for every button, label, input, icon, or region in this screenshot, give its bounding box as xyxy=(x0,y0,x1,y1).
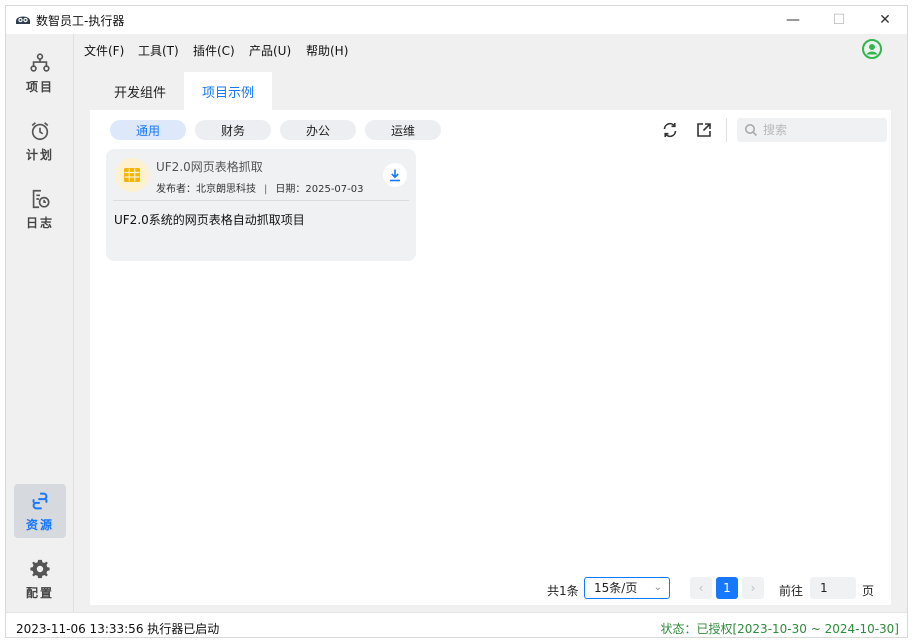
pagination-total: 共1条 xyxy=(547,584,579,598)
card-publisher: 发布者：北京朗思科技 xyxy=(156,184,256,195)
main-panel: 开发组件 项目示例 通用 财务 办公 运维 搜索 UF2.0网页表格抓取 发布者… xyxy=(90,70,891,605)
sidebar-item-label: 计划 xyxy=(25,147,54,162)
chevron-down-icon: ⌄ xyxy=(653,582,662,593)
search-icon xyxy=(745,124,758,137)
close-button[interactable]: ✕ xyxy=(862,6,908,34)
menu-bar: 文件(F) 工具(T) 插件(C) 产品(U) 帮助(H) xyxy=(74,34,907,64)
goto-page-input[interactable] xyxy=(810,577,856,599)
chevron-left-icon: ‹ xyxy=(698,581,704,595)
card-title: UF2.0网页表格抓取 xyxy=(156,160,263,174)
maximize-icon: ☐ xyxy=(832,12,846,28)
card-meta-separator: | xyxy=(264,184,268,195)
project-tree-icon xyxy=(30,52,50,72)
gear-icon xyxy=(30,559,50,578)
minimize-icon: — xyxy=(786,12,800,28)
sidebar-item-label: 资源 xyxy=(25,517,54,532)
app-logo-icon xyxy=(16,16,30,24)
card-description: UF2.0系统的网页表格自动抓取项目 xyxy=(114,213,305,227)
window-title: 数智员工-执行器 xyxy=(36,14,125,28)
category-ops[interactable]: 运维 xyxy=(365,120,441,140)
category-general[interactable]: 通用 xyxy=(110,120,186,140)
card-date: 日期：2025-07-03 xyxy=(275,184,364,195)
search-box[interactable] xyxy=(737,118,887,142)
external-link-icon[interactable] xyxy=(695,121,713,139)
user-circle-icon[interactable] xyxy=(862,39,882,59)
sidebar: 项目 计划 日志 资源 配置 xyxy=(6,34,74,612)
menu-products[interactable]: 产品(U) xyxy=(249,42,291,59)
chevron-right-icon: › xyxy=(750,581,756,595)
prev-page-button[interactable]: ‹ xyxy=(690,577,712,599)
download-button[interactable] xyxy=(383,163,407,187)
title-bar: 数智员工-执行器 — ☐ ✕ xyxy=(6,6,907,34)
category-office[interactable]: 办公 xyxy=(280,120,356,140)
menu-plugins[interactable]: 插件(C) xyxy=(193,42,235,59)
page-size-select[interactable]: 15条/页 ⌄ xyxy=(584,577,670,599)
page-1-button[interactable]: 1 xyxy=(716,577,738,599)
tab-bar: 开发组件 项目示例 xyxy=(90,70,891,110)
status-bar: 2023-11-06 13:33:56 执行器已启动 状态：已授权[2023-1… xyxy=(6,612,907,637)
page-suffix-label: 页 xyxy=(862,584,875,598)
table-grid-icon xyxy=(115,158,149,192)
search-input[interactable] xyxy=(763,120,881,140)
license-status: 状态：已授权[2023-10-30 ~ 2024-10-30] xyxy=(660,622,899,636)
goto-label: 前往 xyxy=(779,584,804,598)
card-divider xyxy=(113,200,409,201)
sidebar-item-label: 配置 xyxy=(25,585,54,600)
card-meta: 发布者：北京朗思科技 | 日期：2025-07-03 xyxy=(156,180,364,195)
tab-project-samples[interactable]: 项目示例 xyxy=(184,72,272,110)
sidebar-item-resource[interactable]: 资源 xyxy=(14,484,66,538)
toolbar-divider xyxy=(726,118,727,142)
sidebar-item-label: 项目 xyxy=(25,79,54,94)
tab-dev-components[interactable]: 开发组件 xyxy=(96,72,184,110)
sidebar-item-log[interactable]: 日志 xyxy=(14,182,66,236)
refresh-icon[interactable] xyxy=(661,121,679,139)
menu-help[interactable]: 帮助(H) xyxy=(306,42,348,59)
project-card[interactable]: UF2.0网页表格抓取 发布者：北京朗思科技 | 日期：2025-07-03 UF2… xyxy=(106,149,416,261)
download-icon xyxy=(390,169,400,182)
alarm-clock-icon xyxy=(31,121,49,140)
next-page-button[interactable]: › xyxy=(742,577,764,599)
resource-icon xyxy=(32,492,48,509)
status-message: 2023-11-06 13:33:56 执行器已启动 xyxy=(16,622,220,636)
minimize-button[interactable]: — xyxy=(770,6,816,34)
page-size-value: 15条/页 xyxy=(594,581,638,595)
sidebar-item-project[interactable]: 项目 xyxy=(14,46,66,100)
menu-file[interactable]: 文件(F) xyxy=(84,42,124,59)
log-clock-icon xyxy=(32,189,50,208)
menu-tools[interactable]: 工具(T) xyxy=(138,42,179,59)
category-finance[interactable]: 财务 xyxy=(195,120,271,140)
app-window: 数智员工-执行器 — ☐ ✕ 项目 计划 日志 资源 配置 文件(F) 工具(T… xyxy=(5,5,908,638)
sidebar-item-label: 日志 xyxy=(25,215,54,230)
close-icon: ✕ xyxy=(879,12,891,28)
maximize-button[interactable]: ☐ xyxy=(816,6,862,34)
sidebar-item-config[interactable]: 配置 xyxy=(14,552,66,606)
sidebar-item-plan[interactable]: 计划 xyxy=(14,114,66,168)
